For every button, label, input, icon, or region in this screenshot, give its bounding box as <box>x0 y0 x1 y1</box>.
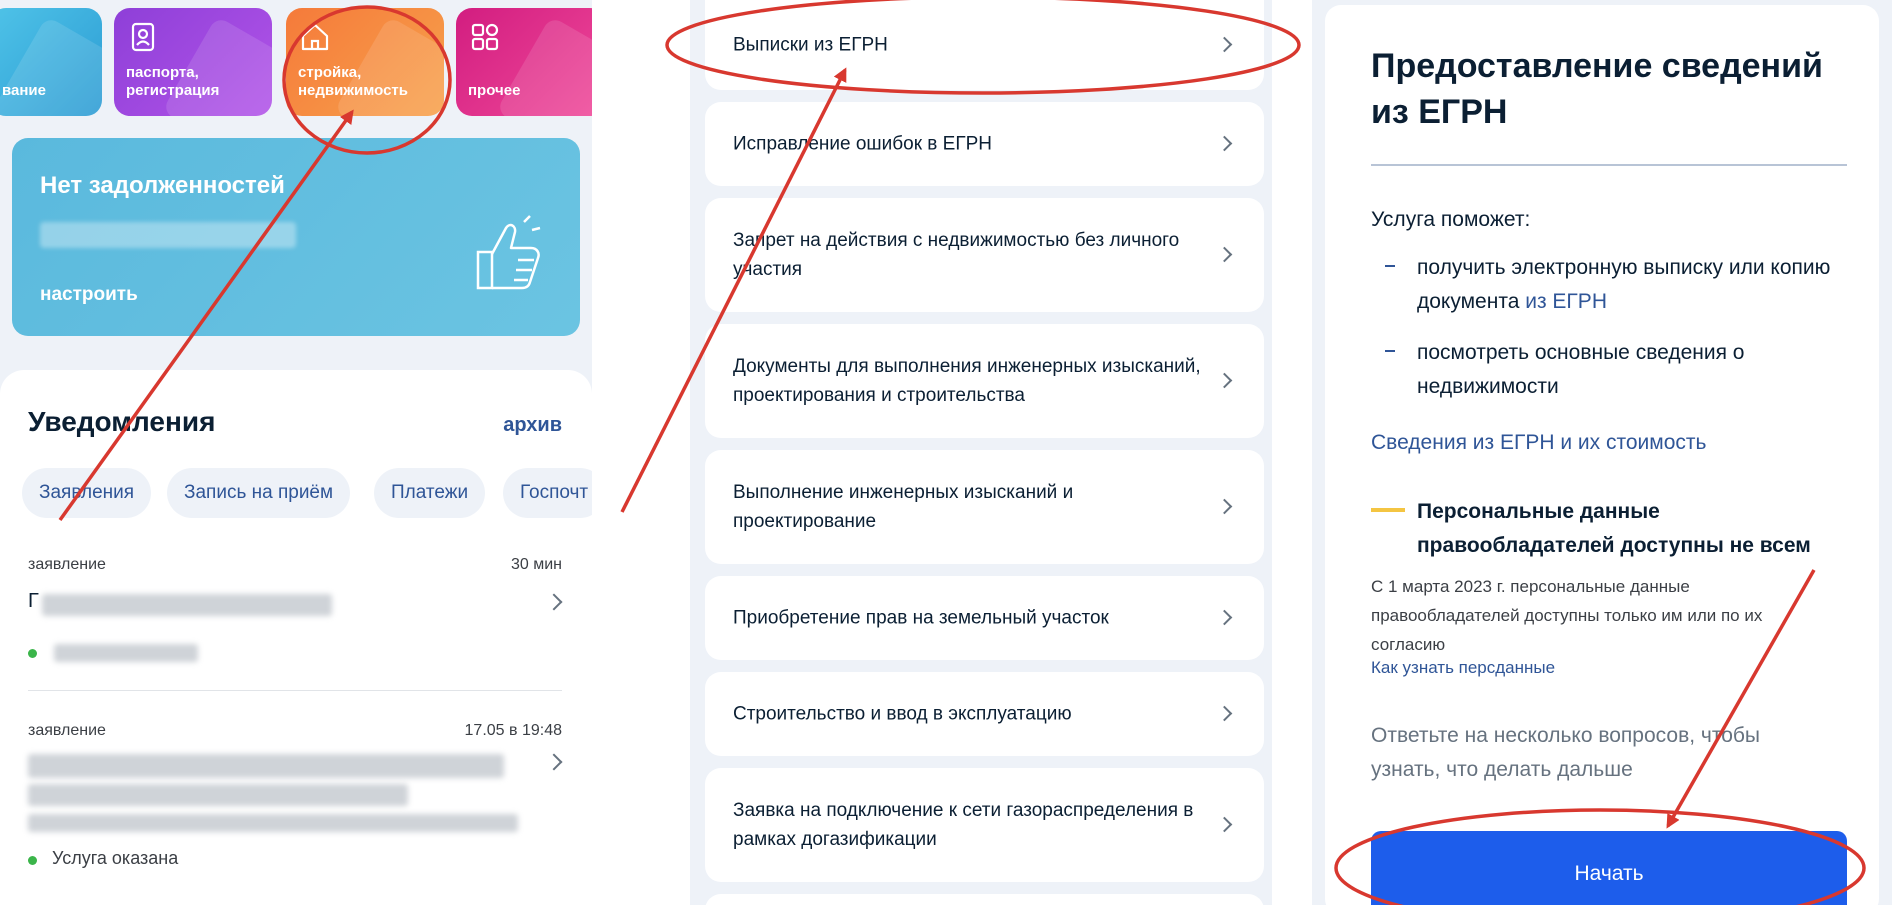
notification-item[interactable]: заявление 30 мин Г <box>28 556 563 666</box>
notifications-section: Уведомления архив Заявления Запись на пр… <box>0 370 592 905</box>
service-item-gas-connection[interactable]: Заявка на подключение к сети газораспред… <box>705 768 1264 882</box>
debt-card-hidden-text <box>40 222 296 248</box>
notification-item[interactable]: заявление 17.05 в 19:48 Услуга оказана <box>28 722 563 902</box>
archive-link[interactable]: архив <box>503 414 562 437</box>
service-info-panel: Предоставление сведений из ЕГРН Услуга п… <box>1312 0 1892 905</box>
person-card-icon <box>131 22 155 52</box>
category-tile-label: прочее <box>468 82 521 99</box>
redacted-text <box>28 784 408 806</box>
service-item-label: Запрет на действия с недвижимостью без л… <box>733 230 1180 280</box>
debt-setup-link[interactable]: настроить <box>40 284 138 306</box>
grid-icon <box>471 23 499 51</box>
warning-title: Персональные данные правообладателей дос… <box>1417 500 1811 557</box>
service-item-engineering-surveys[interactable]: Выполнение инженерных изысканий и проект… <box>705 450 1264 564</box>
redacted-status <box>54 644 198 662</box>
egrn-cost-link[interactable]: Сведения из ЕГРН и их стоимость <box>1371 431 1706 455</box>
notification-status: Услуга оказана <box>52 848 179 868</box>
category-tile-passports[interactable]: паспорта, регистрация <box>114 8 272 116</box>
service-item-label: Заявка на подключение к сети газораспред… <box>733 800 1194 850</box>
redacted-text <box>42 594 332 616</box>
chevron-right-icon <box>1216 36 1233 53</box>
service-info-card: Предоставление сведений из ЕГРН Услуга п… <box>1325 5 1879 905</box>
chevron-right-icon <box>1216 246 1233 263</box>
category-tile-label: стройка, недвижимость <box>298 64 408 99</box>
notification-title-start: Г <box>28 590 39 612</box>
thumbs-up-icon <box>476 215 541 290</box>
filter-chip-appointments[interactable]: Запись на приём <box>167 468 351 518</box>
divider <box>28 690 562 691</box>
category-tile-construction[interactable]: стройка, недвижимость <box>286 8 444 116</box>
chevron-right-icon <box>1216 498 1233 515</box>
debt-status-card[interactable]: Нет задолженностей настроить <box>12 138 580 336</box>
benefit-text: посмотреть основные сведения о недвижимо… <box>1417 341 1745 398</box>
status-dot <box>28 856 37 865</box>
service-item-engineering-documents[interactable]: Документы для выполнения инженерных изыс… <box>705 324 1264 438</box>
services-list-panel: Выписки из ЕГРН Исправление ошибок в ЕГР… <box>592 0 1312 905</box>
tile-decoration <box>495 15 592 116</box>
redacted-text <box>28 754 504 778</box>
service-item-label: Приобретение прав на земельный участок <box>733 607 1109 629</box>
service-item-land-rights[interactable]: Приобретение прав на земельный участок <box>705 576 1264 660</box>
personal-data-link[interactable]: Как узнать персданные <box>1371 658 1555 678</box>
service-item-egrn-errors[interactable]: Исправление ошибок в ЕГРН <box>705 102 1264 186</box>
category-tile-other[interactable]: прочее <box>456 8 592 116</box>
service-item-label: Исправление ошибок в ЕГРН <box>733 133 993 155</box>
category-tile-label: паспорта, регистрация <box>126 64 220 99</box>
dash-icon <box>1385 350 1395 352</box>
divider <box>1371 164 1847 166</box>
service-item-egrn-extracts[interactable]: Выписки из ЕГРН <box>705 0 1264 90</box>
questionnaire-hint: Ответьте на несколько вопросов, чтобы уз… <box>1371 724 1761 781</box>
chevron-right-icon <box>1216 705 1233 722</box>
warning-marker <box>1371 508 1405 512</box>
filter-chip-payments[interactable]: Платежи <box>374 468 486 518</box>
benefit-text: получить электронную выписку или копию д… <box>1417 256 1831 313</box>
status-dot <box>28 649 37 658</box>
chevron-right-icon <box>1216 609 1233 626</box>
egrn-link[interactable]: из ЕГРН <box>1525 290 1607 313</box>
tile-decoration <box>0 15 102 116</box>
home-screen-panel: вание паспорта, регистрация стройка, нед… <box>0 0 592 905</box>
chevron-right-icon <box>545 593 563 611</box>
start-button[interactable]: Начать <box>1371 831 1847 905</box>
chevron-right-icon <box>1216 816 1233 833</box>
service-item-label: Документы для выполнения инженерных изыс… <box>733 356 1201 406</box>
service-item-label: Выполнение инженерных изысканий и проект… <box>733 482 1074 532</box>
chevron-right-icon <box>545 753 563 771</box>
service-intro: Услуга поможет: <box>1371 208 1531 231</box>
notification-type: заявление <box>28 556 106 573</box>
debt-card-title: Нет задолженностей <box>40 172 285 199</box>
dash-icon <box>1385 265 1395 267</box>
warning-text: С 1 марта 2023 г. персональные данные пр… <box>1371 577 1763 654</box>
notification-type: заявление <box>28 722 106 739</box>
service-item-partial[interactable] <box>705 894 1264 905</box>
service-item-construction[interactable]: Строительство и ввод в эксплуатацию <box>705 672 1264 756</box>
notification-time: 17.05 в 19:48 <box>464 722 562 739</box>
notification-time: 30 мин <box>510 556 562 573</box>
filter-chip-gov-mail[interactable]: Госпочт <box>503 468 592 518</box>
service-item-label: Выписки из ЕГРН <box>733 34 888 56</box>
chevron-right-icon <box>1216 135 1233 152</box>
service-benefit-item: получить электронную выписку или копию д… <box>1371 251 1851 321</box>
chevron-right-icon <box>1216 372 1233 389</box>
category-tile-label: вание <box>2 82 46 99</box>
notifications-title: Уведомления <box>28 406 216 437</box>
category-tile-partial[interactable]: вание <box>0 8 102 116</box>
service-item-label: Строительство и ввод в эксплуатацию <box>733 703 1072 725</box>
page-title: Предоставление сведений из ЕГРН <box>1371 47 1823 131</box>
redacted-text <box>28 814 518 832</box>
service-benefit-item: посмотреть основные сведения о недвижимо… <box>1371 336 1851 406</box>
service-item-property-ban[interactable]: Запрет на действия с недвижимостью без л… <box>705 198 1264 312</box>
house-icon <box>301 23 329 51</box>
filter-chip-applications[interactable]: Заявления <box>22 468 152 518</box>
